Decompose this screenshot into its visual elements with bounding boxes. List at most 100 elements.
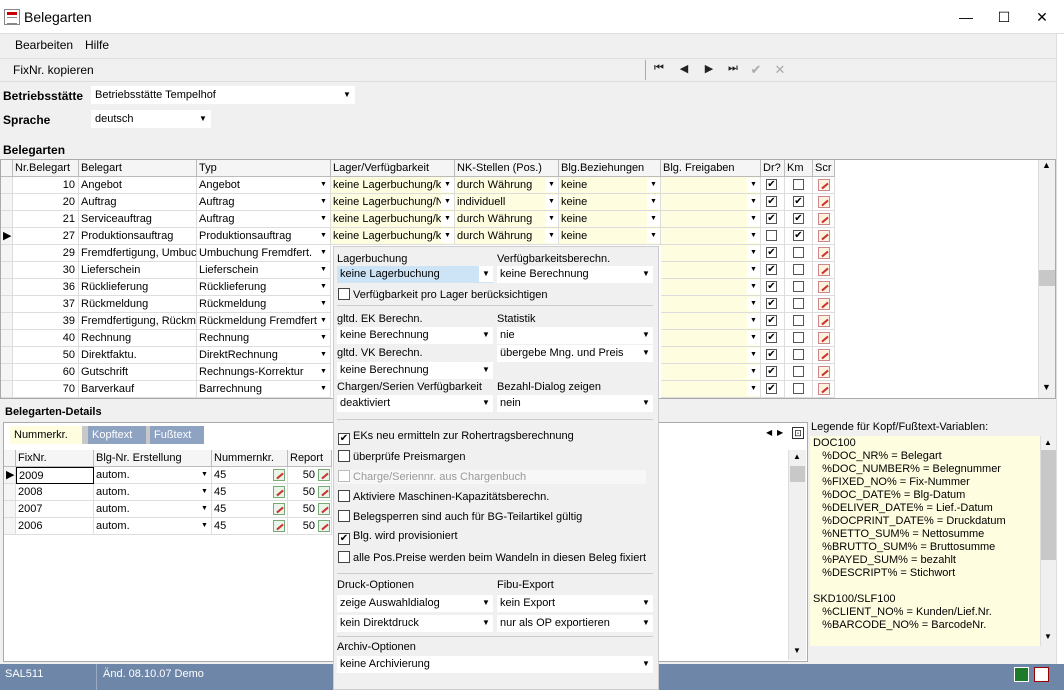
cell-nummernkr[interactable]: 45 — [212, 501, 288, 518]
chevron-down-icon[interactable]: ▼ — [747, 365, 760, 379]
cell-erstellung[interactable]: autom. ▼ — [94, 518, 212, 535]
row-selector[interactable] — [1, 279, 13, 296]
chevron-down-icon[interactable]: ▼ — [317, 246, 330, 260]
chevron-down-icon[interactable]: ▼ — [647, 195, 660, 209]
betriebsstaette-select[interactable]: Betriebsstätte Tempelhof ▼ — [91, 86, 355, 104]
cell-freigaben[interactable]: ▼ — [661, 194, 761, 211]
cell-freigaben[interactable]: ▼ — [661, 262, 761, 279]
cell-nummernkr[interactable]: 45 — [212, 467, 288, 484]
cell-lager[interactable]: keine Lagerbuchung/k ▼ — [331, 211, 455, 228]
km-checkbox[interactable] — [793, 281, 804, 292]
cell-nk[interactable]: durch Währung ▼ — [455, 177, 559, 194]
scroll-down-icon[interactable]: ▼ — [1042, 382, 1051, 392]
cell-freigaben[interactable]: ▼ — [661, 347, 761, 364]
cell-freigaben[interactable]: ▼ — [661, 279, 761, 296]
edit-script-icon[interactable] — [818, 281, 830, 293]
scroll-up-icon[interactable]: ▲ — [1042, 160, 1051, 170]
column-header[interactable]: Blg.Beziehungen — [559, 160, 661, 177]
fibu-select[interactable]: kein Export ▼ — [497, 595, 653, 612]
cell-lager[interactable]: keine Lagerbuchung/k ▼ — [331, 177, 455, 194]
cell-typ[interactable]: Rechnungs-Korrektur ▼ — [197, 364, 331, 381]
edit-script-icon[interactable] — [818, 179, 830, 191]
chevron-down-icon[interactable]: ▼ — [317, 229, 330, 243]
cell-nr[interactable]: 10 — [13, 177, 79, 194]
column-header[interactable]: Typ — [197, 160, 331, 177]
cell-erstellung[interactable]: autom. ▼ — [94, 467, 212, 484]
chevron-down-icon[interactable]: ▼ — [198, 468, 211, 482]
belegarten-scrollbar[interactable]: ▼ ▲ — [1038, 160, 1055, 398]
chevron-down-icon[interactable]: ▼ — [647, 178, 660, 192]
dr-checkbox[interactable]: ✔ — [766, 264, 777, 275]
lookup-icon[interactable] — [318, 503, 330, 515]
column-header[interactable]: NK-Stellen (Pos.) — [455, 160, 559, 177]
row-selector[interactable] — [1, 245, 13, 262]
cell-nk[interactable]: durch Währung ▼ — [455, 211, 559, 228]
close-button[interactable]: ✕ — [1026, 6, 1058, 28]
cell-beziehungen[interactable]: keine ▼ — [559, 194, 661, 211]
chevron-down-icon[interactable]: ▼ — [317, 314, 330, 328]
cell-nr[interactable]: 40 — [13, 330, 79, 347]
column-header[interactable]: Scr — [813, 160, 835, 177]
km-checkbox[interactable]: ✔ — [793, 230, 804, 241]
vk-select[interactable]: keine Berechnung ▼ — [337, 362, 493, 379]
option-checkbox[interactable]: alle Pos.Preise werden beim Wandeln in d… — [338, 551, 646, 565]
lookup-icon[interactable] — [273, 503, 285, 515]
km-checkbox[interactable]: ✔ — [793, 213, 804, 224]
km-checkbox[interactable] — [793, 383, 804, 394]
last-record-icon[interactable]: ⏭ — [724, 62, 742, 76]
lookup-icon[interactable] — [318, 520, 330, 532]
chevron-down-icon[interactable]: ▼ — [317, 263, 330, 277]
chevron-down-icon[interactable]: ▼ — [747, 178, 760, 192]
sprache-select[interactable]: deutsch ▼ — [91, 110, 211, 128]
cell-nr[interactable]: 36 — [13, 279, 79, 296]
chevron-down-icon[interactable]: ▼ — [317, 178, 330, 192]
cell-nr[interactable]: 29 — [13, 245, 79, 262]
chargen-select[interactable]: deaktiviert ▼ — [337, 395, 493, 412]
km-checkbox[interactable] — [793, 366, 804, 377]
cell-belegart[interactable]: Rückmeldung — [79, 296, 197, 313]
chevron-down-icon[interactable]: ▼ — [747, 280, 760, 294]
edit-script-icon[interactable] — [818, 366, 830, 378]
scroll-thumb[interactable] — [1041, 450, 1056, 560]
row-selector[interactable] — [1, 194, 13, 211]
cell-belegart[interactable]: Angebot — [79, 177, 197, 194]
cell-freigaben[interactable]: ▼ — [661, 381, 761, 398]
km-checkbox[interactable] — [793, 179, 804, 190]
km-checkbox[interactable] — [793, 264, 804, 275]
option-checkbox[interactable]: ✔ Blg. wird provisioniert — [338, 530, 458, 545]
row-selector[interactable]: ▶ — [1, 228, 13, 245]
cell-nr[interactable]: 20 — [13, 194, 79, 211]
column-header[interactable]: Belegart — [79, 160, 197, 177]
cell-typ[interactable]: Angebot ▼ — [197, 177, 331, 194]
option-checkbox[interactable]: Aktiviere Maschinen-Kapazitätsberechn. — [338, 490, 549, 504]
row-selector[interactable] — [1, 364, 13, 381]
edit-script-icon[interactable] — [818, 332, 830, 344]
cell-erstellung[interactable]: autom. ▼ — [94, 501, 212, 518]
chevron-down-icon[interactable]: ▼ — [747, 246, 760, 260]
cell-typ[interactable]: DirektRechnung ▼ — [197, 347, 331, 364]
chevron-down-icon[interactable]: ▼ — [747, 348, 760, 362]
tab-fusstext[interactable]: Fußtext — [150, 426, 204, 444]
cell-freigaben[interactable]: ▼ — [661, 364, 761, 381]
ek-select[interactable]: keine Berechnung ▼ — [337, 327, 493, 344]
chevron-down-icon[interactable]: ▼ — [747, 297, 760, 311]
confirm-icon[interactable]: ✔ — [747, 62, 765, 77]
cell-freigaben[interactable]: ▼ — [661, 313, 761, 330]
cell-nr[interactable]: 27 — [13, 228, 79, 245]
chevron-down-icon[interactable]: ▼ — [747, 331, 760, 345]
cell-report[interactable]: 50 — [288, 484, 332, 501]
chevron-down-icon[interactable]: ▼ — [747, 263, 760, 277]
dr-checkbox[interactable] — [766, 230, 777, 241]
detach-icon[interactable]: ⊡ — [792, 427, 804, 439]
chevron-down-icon[interactable]: ▼ — [441, 212, 454, 226]
cell-belegart[interactable]: Gutschrift — [79, 364, 197, 381]
edit-script-icon[interactable] — [818, 196, 830, 208]
row-selector[interactable] — [1, 347, 13, 364]
cell-nr[interactable]: 37 — [13, 296, 79, 313]
op-select[interactable]: nur als OP exportieren ▼ — [497, 615, 653, 632]
cell-nummernkr[interactable]: 45 — [212, 518, 288, 535]
cell-belegart[interactable]: Lieferschein — [79, 262, 197, 279]
row-selector[interactable] — [4, 518, 16, 535]
edit-script-icon[interactable] — [818, 247, 830, 259]
pdf-icon[interactable] — [1034, 667, 1049, 682]
